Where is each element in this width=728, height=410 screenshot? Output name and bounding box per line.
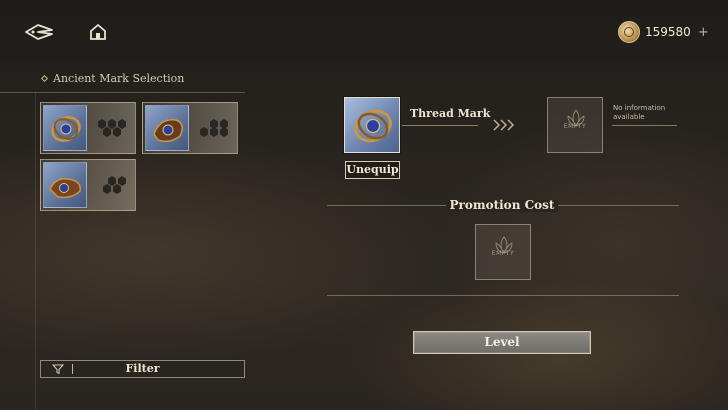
section-title: Ancient Mark Selection (40, 72, 185, 85)
triple-chevron-icon (493, 119, 515, 131)
promotion-title: Promotion Cost (449, 198, 555, 212)
section-divider (0, 92, 245, 93)
equipped-mark-slot[interactable] (344, 97, 400, 153)
back-arrow-icon (25, 24, 53, 40)
empty-label: EMPTY (491, 250, 515, 257)
mark-gem-icon (51, 116, 81, 142)
mark-thumbnail (145, 105, 189, 151)
currency-display: 159580 + (618, 20, 709, 44)
home-icon (90, 23, 106, 40)
currency-amount: 159580 (645, 25, 691, 39)
mark-gem-icon (354, 109, 392, 143)
mark-thumbnail (43, 162, 87, 208)
coin-icon (618, 21, 640, 43)
target-mark-slot: EMPTY (547, 97, 603, 153)
mark-gem-icon (153, 119, 183, 143)
promotion-cost-slot: EMPTY (475, 224, 531, 280)
diamond-bullet-icon (40, 74, 49, 83)
lotus-emblem-icon (567, 109, 585, 127)
mark-thumbnail (43, 105, 87, 151)
hex-slots-icon (98, 119, 126, 137)
mark-name-underline (402, 125, 478, 126)
promotion-divider-bottom (327, 295, 679, 296)
mark-card-1[interactable] (40, 102, 136, 154)
mark-card-2[interactable] (142, 102, 238, 154)
back-button[interactable] (24, 22, 54, 42)
section-title-label: Ancient Mark Selection (53, 72, 185, 85)
mark-card-3[interactable] (40, 159, 136, 211)
add-currency-button[interactable]: + (698, 25, 709, 40)
unequip-button[interactable]: Unequip (345, 161, 400, 179)
hex-slots-icon (103, 176, 126, 194)
lotus-emblem-icon (495, 236, 513, 254)
mark-name: Thread Mark (410, 107, 491, 120)
empty-label: EMPTY (563, 123, 587, 130)
no-info-text: No information available (613, 104, 666, 121)
hex-slots-icon (200, 119, 228, 137)
filter-button[interactable]: Filter (40, 360, 245, 378)
home-button[interactable] (88, 22, 108, 42)
level-button[interactable]: Level (413, 331, 591, 354)
no-info-underline (612, 125, 677, 126)
mark-gem-icon (49, 177, 81, 199)
panel-divider (35, 92, 36, 410)
filter-label: Filter (125, 362, 160, 375)
